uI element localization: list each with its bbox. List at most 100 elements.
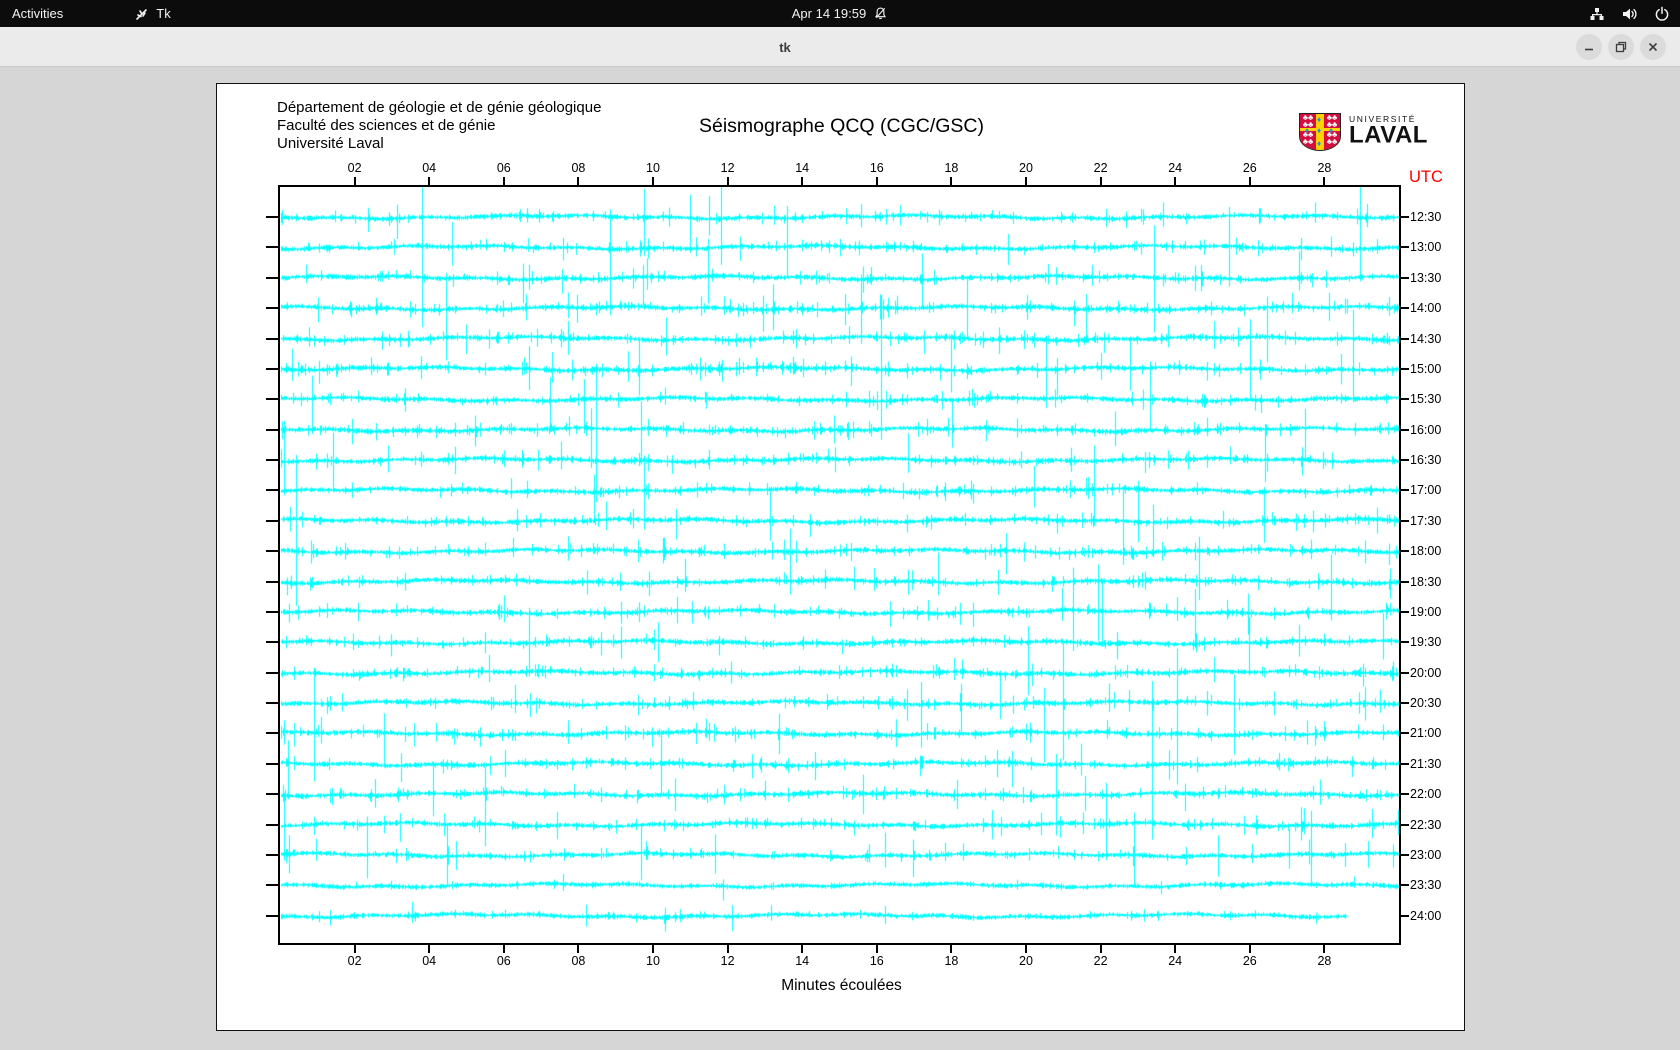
x-tick-label-top: 08 [571,161,586,175]
x-tick-label-top: 04 [422,161,437,175]
x-tick-label-bottom: 26 [1242,954,1257,968]
network-wired-icon[interactable] [1589,6,1605,22]
x-tick-label-bottom: 14 [795,954,810,968]
y-tick-left [266,519,278,522]
logo-laval-text: LAVAL [1349,120,1428,149]
y-tick-left [266,550,278,553]
y-tick-left [266,823,278,826]
notifications-disabled-icon [873,6,888,21]
y-tick-right [1401,367,1409,370]
x-tick-bottom [428,945,431,953]
utc-row-label: 19:30 [1410,635,1442,650]
x-tick-bottom [950,945,953,953]
y-tick-right [1401,459,1409,462]
gnome-top-bar: Activities Tk Apr 14 19:59 [0,0,1680,27]
seismogram-canvas [280,187,1399,943]
utc-row-label: 17:30 [1410,513,1442,528]
y-tick-left [266,276,278,279]
x-tick-top [1174,177,1177,185]
x-tick-label-top: 22 [1093,161,1108,175]
x-tick-top [428,177,431,185]
x-tick-top [652,177,654,185]
close-button[interactable] [1640,34,1666,60]
plot-title: Séismographe QCQ (CGC/GSC) [699,115,984,137]
utc-row-label: 24:00 [1410,908,1442,923]
x-tick-label-top: 24 [1168,161,1183,175]
clock-menu[interactable]: Apr 14 19:59 [780,0,900,27]
x-tick-bottom [1323,945,1326,953]
universite-laval-logo: ♣♣ ♣♣ ♣♣ ♣♣ ♣♣ ♣♣ ♣♣ ♣♣ ♦ ♦ ♦ ♦ ♦ UNIVERSITÉ… [1299,111,1449,155]
x-tick-label-bottom: 08 [571,954,586,968]
y-tick-right [1401,610,1409,613]
power-icon[interactable] [1654,6,1670,22]
x-tick-label-bottom: 18 [944,954,959,968]
utc-row-label: 14:00 [1410,301,1442,316]
y-tick-left [266,853,278,856]
y-tick-left [266,489,278,492]
y-tick-right [1401,489,1409,492]
tk-window-body: Département de géologie et de génie géol… [0,67,1680,1050]
y-tick-right [1401,641,1409,644]
x-tick-top [1099,177,1102,185]
x-tick-top [875,177,878,185]
utc-row-label: 13:30 [1410,270,1442,285]
y-tick-left [266,793,278,796]
plot-frame [278,185,1401,945]
utc-row-label: 16:30 [1410,453,1442,468]
x-tick-bottom [801,945,804,953]
y-tick-right [1401,428,1409,431]
x-tick-top [502,177,505,185]
x-tick-top [726,177,729,185]
x-tick-top [950,177,953,185]
y-tick-right [1401,276,1409,279]
volume-icon[interactable] [1621,6,1638,22]
utc-row-label: 18:30 [1410,574,1442,589]
y-tick-right [1401,793,1409,796]
maximize-button[interactable] [1608,34,1634,60]
seismograph-canvas-area: Département de géologie et de génie géol… [216,83,1465,1031]
x-tick-label-top: 06 [496,161,511,175]
y-tick-right [1401,853,1409,856]
x-tick-label-bottom: 04 [422,954,437,968]
x-tick-label-top: 10 [646,161,660,175]
y-tick-right [1401,550,1409,553]
y-tick-left [266,762,278,765]
y-tick-left [266,671,278,674]
utc-row-label: 22:30 [1410,817,1442,832]
x-tick-bottom [726,945,729,953]
y-tick-left [266,702,278,705]
utc-axis-label: UTC [1409,168,1443,186]
window-title: tk [779,39,791,55]
y-tick-right [1401,398,1409,401]
y-tick-left [266,610,278,613]
utc-row-label: 20:00 [1410,665,1442,680]
y-tick-right [1401,732,1409,735]
laval-shield-icon: ♣♣ ♣♣ ♣♣ ♣♣ ♣♣ ♣♣ ♣♣ ♣♣ ♦ ♦ ♦ ♦ ♦ [1299,113,1341,151]
x-tick-bottom [652,945,654,953]
x-tick-label-bottom: 06 [496,954,511,968]
y-tick-right [1401,307,1409,310]
utc-row-label: 14:30 [1410,331,1442,346]
y-tick-right [1401,823,1409,826]
y-tick-left [266,307,278,310]
x-tick-label-top: 16 [869,161,884,175]
x-tick-bottom [1174,945,1177,953]
utc-row-label: 12:30 [1410,210,1442,224]
y-tick-right [1401,337,1409,340]
x-tick-label-top: 18 [944,161,959,175]
utc-row-label: 22:00 [1410,787,1442,802]
minimize-button[interactable] [1576,34,1602,60]
x-tick-label-bottom: 02 [347,954,362,968]
utc-row-label: 23:00 [1410,847,1442,862]
x-tick-bottom [502,945,505,953]
y-tick-left [266,428,278,431]
x-tick-bottom [1025,945,1027,953]
window-titlebar: tk [0,27,1680,67]
y-tick-left [266,367,278,370]
x-tick-label-top: 14 [795,161,810,175]
xaxis-title: Minutes écoulées [781,977,902,994]
y-tick-left [266,884,278,887]
y-tick-left [266,398,278,401]
y-tick-left [266,216,278,218]
utc-row-label: 19:00 [1410,604,1442,619]
